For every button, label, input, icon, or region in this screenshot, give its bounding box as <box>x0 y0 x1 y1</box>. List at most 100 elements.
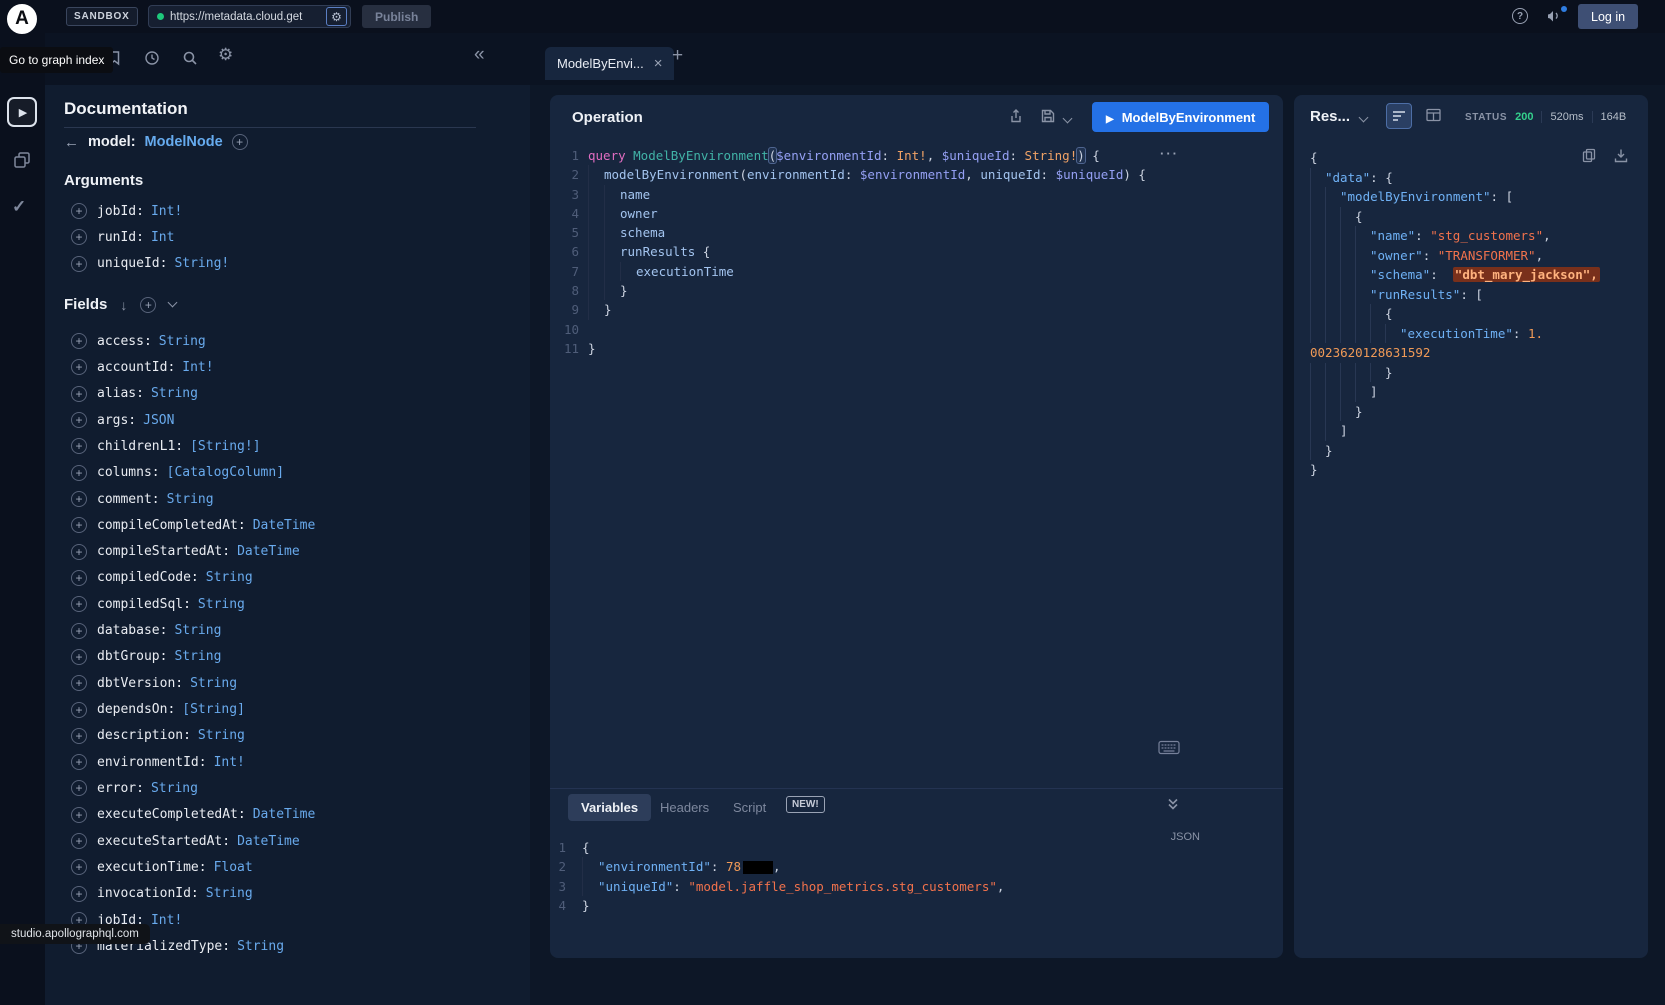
field-type-link[interactable]: String <box>237 939 284 954</box>
add-to-query-icon[interactable] <box>71 570 87 586</box>
new-tab-icon[interactable] <box>672 45 683 67</box>
add-fields-icon[interactable] <box>140 297 156 313</box>
collapse-sidebar-icon[interactable] <box>474 44 485 66</box>
save-operation-icon[interactable] <box>1040 108 1056 124</box>
field-type-link[interactable]: Int! <box>151 204 182 219</box>
field-type-link[interactable]: String <box>190 676 237 691</box>
doc-type-link[interactable]: ModelNode <box>145 134 223 150</box>
add-to-query-icon[interactable] <box>71 229 87 245</box>
field-type-link[interactable]: [String] <box>182 702 245 717</box>
endpoint-url-text[interactable]: https://metadata.cloud.get <box>170 11 320 23</box>
checks-nav-icon[interactable] <box>12 197 26 217</box>
tab-variables[interactable]: Variables <box>568 794 651 821</box>
variables-editor[interactable]: 1{2"environmentId": 78,3"uniqueId": "mod… <box>550 838 1283 915</box>
endpoint-url-input[interactable]: https://metadata.cloud.get <box>148 5 351 28</box>
doc-field-row[interactable]: accountId:Int! <box>64 354 514 380</box>
help-icon[interactable] <box>1512 8 1528 24</box>
explorer-nav-icon[interactable] <box>7 97 37 127</box>
field-type-link[interactable]: Int! <box>151 913 182 928</box>
add-to-query-icon[interactable] <box>71 833 87 849</box>
chevron-down-icon[interactable] <box>168 298 178 308</box>
field-type-link[interactable]: Int! <box>182 360 213 375</box>
announcements-icon[interactable] <box>1546 8 1566 25</box>
publish-button[interactable]: Publish <box>362 5 431 28</box>
doc-field-row[interactable]: executeStartedAt:DateTime <box>64 828 514 854</box>
add-to-query-icon[interactable] <box>71 333 87 349</box>
response-pretty-view-icon[interactable] <box>1386 103 1412 129</box>
add-to-query-icon[interactable] <box>71 491 87 507</box>
tab-headers[interactable]: Headers <box>660 800 709 815</box>
add-to-query-icon[interactable] <box>71 359 87 375</box>
sort-fields-icon[interactable] <box>120 297 127 313</box>
field-type-link[interactable]: String <box>167 492 214 507</box>
add-to-query-icon[interactable] <box>71 728 87 744</box>
doc-field-row[interactable]: compiledSql:String <box>64 591 514 617</box>
doc-field-row[interactable]: access:String <box>64 328 514 354</box>
field-type-link[interactable]: DateTime <box>253 807 316 822</box>
add-to-query-icon[interactable] <box>71 438 87 454</box>
doc-field-row[interactable]: compiledCode:String <box>64 565 514 591</box>
response-dropdown-chevron-icon[interactable] <box>1359 113 1369 123</box>
save-dropdown-chevron-icon[interactable] <box>1063 114 1073 124</box>
add-to-query-icon[interactable] <box>71 596 87 612</box>
doc-field-row[interactable]: executionTime:Float <box>64 854 514 880</box>
response-title[interactable]: Res... <box>1310 108 1350 125</box>
field-type-link[interactable]: String <box>151 781 198 796</box>
run-operation-button[interactable]: ModelByEnvironment <box>1092 102 1269 132</box>
add-to-query-icon[interactable] <box>71 886 87 902</box>
add-to-query-icon[interactable] <box>71 544 87 560</box>
history-icon[interactable] <box>144 50 160 66</box>
doc-field-row[interactable]: dependsOn:[String] <box>64 696 514 722</box>
doc-field-row[interactable]: columns:[CatalogColumn] <box>64 460 514 486</box>
field-type-link[interactable]: String <box>151 386 198 401</box>
doc-field-row[interactable]: executeCompletedAt:DateTime <box>64 802 514 828</box>
field-type-link[interactable]: String <box>174 649 221 664</box>
field-type-link[interactable]: String <box>174 623 221 638</box>
field-type-link[interactable]: [CatalogColumn] <box>167 465 284 480</box>
add-to-query-icon[interactable] <box>71 754 87 770</box>
connection-settings-icon[interactable] <box>326 7 347 26</box>
add-to-query-icon[interactable] <box>71 465 87 481</box>
field-type-link[interactable]: Float <box>214 860 253 875</box>
doc-field-row[interactable]: uniqueId:String! <box>64 251 504 277</box>
doc-field-row[interactable]: dbtGroup:String <box>64 644 514 670</box>
schema-nav-icon[interactable] <box>13 151 31 169</box>
settings-gear-icon[interactable] <box>218 45 233 65</box>
response-body[interactable]: {"data": {"modelByEnvironment": [{"name"… <box>1310 148 1636 480</box>
tab-script[interactable]: Script <box>733 800 766 815</box>
add-to-query-icon[interactable] <box>71 623 87 639</box>
add-to-query-icon[interactable] <box>71 807 87 823</box>
back-icon[interactable] <box>64 134 79 151</box>
keyboard-shortcuts-icon[interactable] <box>1158 740 1180 755</box>
field-type-link[interactable]: String <box>206 570 253 585</box>
field-type-link[interactable]: DateTime <box>237 544 300 559</box>
field-type-link[interactable]: Int <box>151 230 174 245</box>
field-type-link[interactable]: JSON <box>143 413 174 428</box>
collapse-variables-icon[interactable] <box>1166 797 1180 811</box>
doc-field-row[interactable]: environmentId:Int! <box>64 749 514 775</box>
doc-field-row[interactable]: error:String <box>64 775 514 801</box>
doc-field-row[interactable]: compileCompletedAt:DateTime <box>64 512 514 538</box>
add-to-query-icon[interactable] <box>71 859 87 875</box>
search-icon[interactable] <box>182 50 198 66</box>
doc-field-row[interactable]: dbtVersion:String <box>64 670 514 696</box>
doc-field-row[interactable]: args:JSON <box>64 407 514 433</box>
add-to-query-icon[interactable] <box>71 386 87 402</box>
add-to-query-icon[interactable] <box>71 702 87 718</box>
add-to-query-icon[interactable] <box>71 203 87 219</box>
login-button[interactable]: Log in <box>1578 4 1638 29</box>
add-to-query-icon[interactable] <box>71 412 87 428</box>
add-to-query-icon[interactable] <box>71 256 87 272</box>
apollo-logo[interactable] <box>5 2 39 36</box>
field-type-link[interactable]: String <box>198 597 245 612</box>
doc-field-row[interactable]: runId:Int <box>64 224 504 250</box>
field-type-link[interactable]: String <box>159 334 206 349</box>
doc-field-row[interactable]: compileStartedAt:DateTime <box>64 539 514 565</box>
close-tab-icon[interactable] <box>654 56 663 71</box>
add-type-icon[interactable] <box>232 134 248 150</box>
doc-field-row[interactable]: description:String <box>64 723 514 749</box>
doc-field-row[interactable]: invocationId:String <box>64 881 514 907</box>
add-to-query-icon[interactable] <box>71 675 87 691</box>
field-type-link[interactable]: String <box>198 728 245 743</box>
doc-field-row[interactable]: alias:String <box>64 381 514 407</box>
